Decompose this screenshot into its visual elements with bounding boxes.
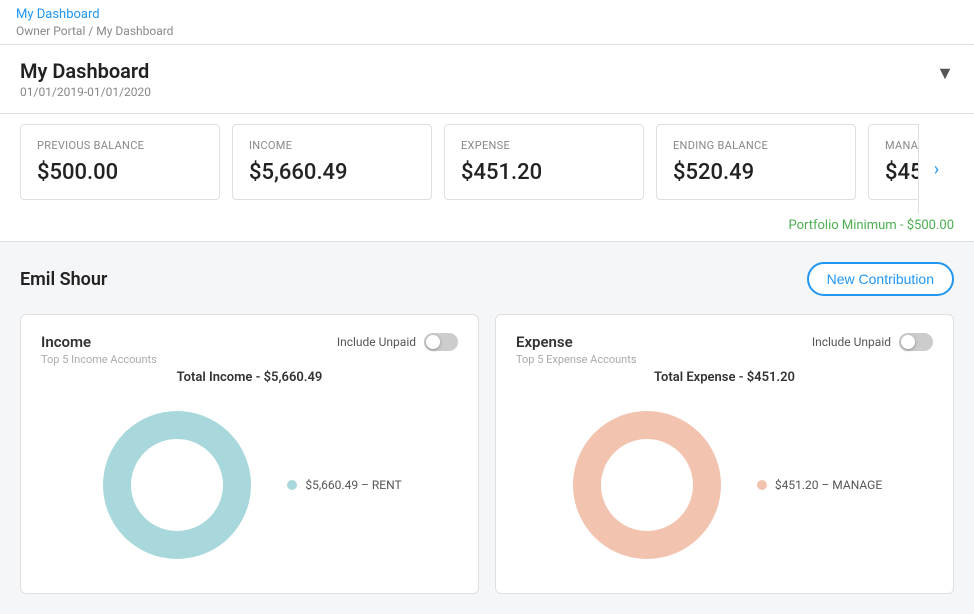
legend-item: $451.20 – MANAGE (757, 478, 882, 492)
section-title: Emil Shour (20, 269, 107, 290)
summary-card-income: Income $5,660.49 (232, 124, 432, 200)
section-header: Emil Shour New Contribution (20, 262, 954, 296)
expense-chart-subtitle: Top 5 Expense Accounts (516, 353, 637, 366)
legend-label: $5,660.49 – RENT (305, 478, 401, 492)
page-title: My Dashboard (20, 59, 151, 83)
card-label: Income (249, 139, 415, 152)
filter-icon[interactable]: ▼ (936, 63, 954, 84)
top-nav: My Dashboard Owner Portal / My Dashboard (0, 0, 974, 45)
expense-chart-card: Expense Top 5 Expense Accounts Include U… (495, 314, 954, 594)
card-value: $451.20 (461, 160, 627, 185)
summary-card-ending-balance: Ending Balance $520.49 (656, 124, 856, 200)
income-include-unpaid: Include Unpaid (337, 333, 458, 351)
date-range: 01/01/2019-01/01/2020 (20, 85, 151, 99)
nav-link[interactable]: My Dashboard (16, 7, 100, 22)
card-label: Previous Balance (37, 139, 203, 152)
legend-item: $5,660.49 – RENT (287, 478, 401, 492)
dashboard-header: My Dashboard 01/01/2019-01/01/2020 ▼ (0, 45, 974, 114)
income-legend: $5,660.49 – RENT (287, 478, 401, 492)
expense-legend: $451.20 – MANAGE (757, 478, 882, 492)
legend-dot (757, 480, 767, 490)
include-unpaid-label: Include Unpaid (337, 335, 416, 349)
dashboard-header-left: My Dashboard 01/01/2019-01/01/2020 (20, 59, 151, 99)
summary-section: Previous Balance $500.00 Income $5,660.4… (0, 114, 974, 242)
cards-scroll: Previous Balance $500.00 Income $5,660.4… (20, 124, 954, 214)
expense-chart-header: Expense Top 5 Expense Accounts Include U… (516, 333, 933, 366)
income-chart-total: Total Income - $5,660.49 (41, 370, 458, 385)
card-value: $520.49 (673, 160, 839, 185)
card-label: Ending Balance (673, 139, 839, 152)
legend-label: $451.20 – MANAGE (775, 478, 882, 492)
income-chart-subtitle: Top 5 Income Accounts (41, 353, 157, 366)
income-donut-chart (97, 405, 257, 565)
breadcrumb: Owner Portal / My Dashboard (16, 24, 958, 38)
summary-card-previous-balance: Previous Balance $500.00 (20, 124, 220, 200)
main-content: Emil Shour New Contribution Income Top 5… (0, 242, 974, 614)
expense-chart-title: Expense (516, 333, 637, 351)
expense-chart-total: Total Expense - $451.20 (516, 370, 933, 385)
income-chart-title-block: Income Top 5 Income Accounts (41, 333, 157, 366)
scroll-right-arrow[interactable]: › (918, 124, 954, 214)
expense-donut-container: $451.20 – MANAGE (516, 395, 933, 575)
card-value: $500.00 (37, 160, 203, 185)
card-value: $5,660.49 (249, 160, 415, 185)
cards-container: Previous Balance $500.00 Income $5,660.4… (20, 124, 954, 214)
card-label: Expense (461, 139, 627, 152)
income-chart-title: Income (41, 333, 157, 351)
income-donut-container: $5,660.49 – RENT (41, 395, 458, 575)
income-chart-card: Income Top 5 Income Accounts Include Unp… (20, 314, 479, 594)
include-unpaid-label: Include Unpaid (812, 335, 891, 349)
income-unpaid-toggle[interactable] (424, 333, 458, 351)
summary-card-expense: Expense $451.20 (444, 124, 644, 200)
expense-chart-title-block: Expense Top 5 Expense Accounts (516, 333, 637, 366)
new-contribution-button[interactable]: New Contribution (807, 262, 954, 296)
expense-donut-chart (567, 405, 727, 565)
legend-dot (287, 480, 297, 490)
charts-row: Income Top 5 Income Accounts Include Unp… (20, 314, 954, 594)
expense-unpaid-toggle[interactable] (899, 333, 933, 351)
income-chart-header: Income Top 5 Income Accounts Include Unp… (41, 333, 458, 366)
portfolio-minimum: Portfolio Minimum - $500.00 (20, 214, 954, 241)
expense-include-unpaid: Include Unpaid (812, 333, 933, 351)
